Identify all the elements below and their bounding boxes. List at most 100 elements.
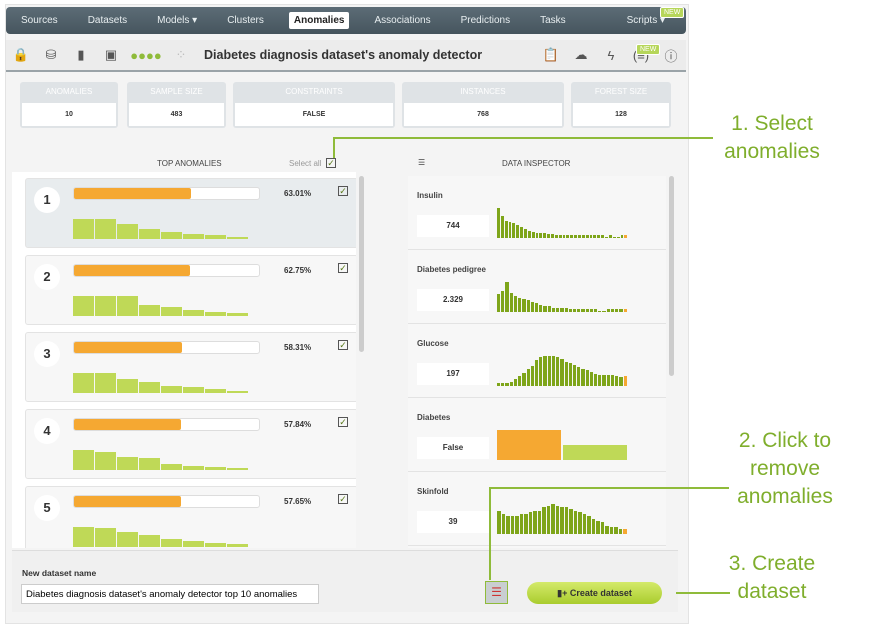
importance-bar [183, 541, 204, 547]
histogram-bar [505, 282, 509, 312]
histogram-bar [598, 310, 602, 312]
histogram-bar [497, 430, 561, 460]
card-value: FALSE [235, 103, 393, 126]
nav-sources[interactable]: Sources [16, 12, 63, 29]
nav-associations[interactable]: Associations [369, 12, 435, 29]
histogram-bar [528, 512, 533, 534]
histogram-bar [508, 221, 512, 238]
importance-bar [117, 457, 138, 470]
histogram-bar [530, 302, 534, 312]
anomaly-checkbox[interactable]: ✓ [338, 494, 348, 504]
nav-clusters[interactable]: Clusters [222, 12, 269, 29]
importance-bar [161, 232, 182, 239]
nav-predictions[interactable]: Predictions [456, 12, 515, 29]
anomaly-item[interactable]: 2 62.75% ✓ [25, 255, 356, 325]
histogram-bar [534, 360, 539, 386]
anomaly-checkbox[interactable]: ✓ [338, 263, 348, 273]
list-icon: ☰ [418, 158, 426, 167]
histogram-bar [566, 234, 570, 238]
create-dataset-label: Create dataset [569, 588, 632, 598]
histogram-bar [602, 310, 606, 312]
anomaly-checkbox[interactable]: ✓ [338, 340, 348, 350]
histogram-bar [564, 307, 568, 312]
score-fill [74, 342, 182, 353]
anomaly-rank: 1 [34, 187, 60, 213]
card-anomalies: ANOMALIES 10 [20, 82, 118, 128]
histogram-bar [522, 372, 526, 386]
anomaly-list-scrollbar[interactable] [359, 176, 364, 352]
score-bar [73, 187, 260, 200]
score-fill [74, 265, 191, 276]
anomaly-checkbox[interactable]: ✓ [338, 186, 348, 196]
field-histogram [497, 426, 627, 460]
anomaly-rank: 5 [34, 495, 60, 521]
field-histogram [497, 278, 627, 312]
histogram-bar [581, 234, 585, 238]
remove-anomalies-button[interactable]: ☰ [485, 581, 508, 604]
importance-bar [139, 229, 160, 239]
dataset-search-icon[interactable]: ⛁ [36, 47, 66, 63]
lightning-icon[interactable]: ϟ [596, 48, 626, 63]
annotation-line-1 [333, 138, 335, 158]
histogram-bar [569, 509, 573, 534]
histogram-bar [500, 215, 504, 238]
histogram-bar [547, 356, 551, 386]
select-all-checkbox[interactable]: ✓ [326, 158, 336, 168]
importance-bar [205, 467, 226, 470]
select-all-label[interactable]: Select all [289, 159, 321, 168]
anomaly-score: 57.84% [284, 420, 312, 429]
annotation-remove: 2. Click to remove anomalies [737, 429, 833, 508]
clipboard-icon[interactable]: 📋 [536, 47, 566, 63]
nav-models[interactable]: Models ▾ [152, 12, 202, 29]
anomaly-item[interactable]: 1 63.01% ✓ [25, 178, 356, 248]
anomaly-item[interactable]: 4 57.84% ✓ [25, 409, 356, 479]
histogram-bar [531, 231, 535, 238]
score-fill [74, 419, 181, 430]
inspector-field: Insulin 744 [408, 176, 666, 250]
histogram-bar [620, 234, 624, 238]
inspector-field: Diabetes pedigree 2.329 [408, 250, 666, 324]
nav-anomalies[interactable]: Anomalies [288, 12, 350, 29]
lock-icon[interactable]: 🔒 [6, 47, 36, 63]
top-nav: Sources Datasets Models ▾ Clusters Anoma… [6, 7, 686, 34]
importance-bar [117, 296, 138, 316]
histogram-bar [497, 208, 500, 238]
histogram-bar [581, 369, 585, 386]
importance-bar [205, 312, 226, 316]
histogram-bar [608, 234, 612, 238]
histogram-bar [591, 519, 596, 534]
model-menu-icon[interactable]: ▣ [96, 47, 126, 63]
importance-bar [117, 532, 138, 547]
nav-tasks[interactable]: Tasks [535, 12, 571, 29]
inspector-scrollbar[interactable] [669, 176, 674, 376]
importance-bar [161, 464, 182, 470]
field-name: Glucose [417, 339, 449, 348]
histogram-bar [539, 357, 543, 386]
histogram-bar [618, 529, 623, 534]
cloud-download-icon[interactable]: ☁ [566, 47, 596, 63]
anomaly-item[interactable]: 5 57.65% ✓ [25, 486, 356, 548]
info-icon[interactable]: ⓘ [656, 46, 686, 65]
anomaly-item[interactable]: 3 58.31% ✓ [25, 332, 356, 402]
chart-search-icon[interactable]: ▮ [66, 47, 96, 63]
importance-bar [227, 237, 248, 239]
histogram-bar [543, 306, 547, 312]
histogram-bar [510, 515, 515, 534]
page-title: Diabetes diagnosis dataset's anomaly det… [204, 48, 483, 62]
card-instances: INSTANCES 768 [402, 82, 564, 128]
histogram-bar [513, 296, 518, 312]
dataset-name-input[interactable] [21, 584, 319, 604]
annotation-line-1h [333, 137, 713, 139]
histogram-bar [543, 232, 547, 238]
histogram-bar [555, 505, 560, 534]
nav-datasets[interactable]: Datasets [83, 12, 132, 29]
importance-bar [73, 296, 94, 316]
histogram-bar [606, 374, 610, 386]
histogram-bar [598, 374, 602, 386]
histogram-bar [497, 510, 501, 534]
histogram-bar [547, 233, 551, 238]
histogram-bar [530, 366, 534, 386]
field-value: 39 [417, 511, 489, 533]
anomaly-checkbox[interactable]: ✓ [338, 417, 348, 427]
create-dataset-button[interactable]: ▮+ Create dataset [527, 582, 662, 604]
